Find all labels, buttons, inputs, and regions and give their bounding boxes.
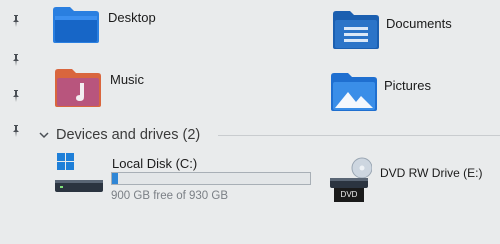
section-title: Devices and drives (2) [56,127,201,143]
drive-dvd-rw-e[interactable]: DVD DVD RW Drive (E:) [322,150,500,210]
dvd-badge: DVD [334,188,364,202]
desktop-folder-icon [52,6,100,44]
pin-icon[interactable] [10,124,22,138]
quick-access-documents[interactable]: Documents [320,0,500,56]
drive-label: DVD RW Drive (E:) [380,166,483,180]
chevron-down-icon [38,129,50,141]
music-folder-icon [54,68,102,108]
devices-drives-header[interactable]: Devices and drives (2) [38,125,200,145]
windows-drive-icon [54,152,104,194]
drive-usage-fill [112,173,118,184]
item-label: Documents [386,16,452,31]
section-divider [218,135,500,136]
quick-access-music[interactable]: Music [0,62,250,112]
item-label: Music [110,72,144,87]
quick-access-desktop[interactable]: Desktop [0,0,250,48]
drive-label: Local Disk (C:) [112,156,198,171]
item-label: Pictures [384,78,431,93]
item-label: Desktop [108,10,156,25]
drive-free-space: 900 GB free of 930 GB [111,190,228,202]
pictures-folder-icon [330,72,378,112]
documents-folder-icon [332,10,380,50]
drive-usage-bar [111,172,311,185]
quick-access-pictures[interactable]: Pictures [320,66,500,116]
